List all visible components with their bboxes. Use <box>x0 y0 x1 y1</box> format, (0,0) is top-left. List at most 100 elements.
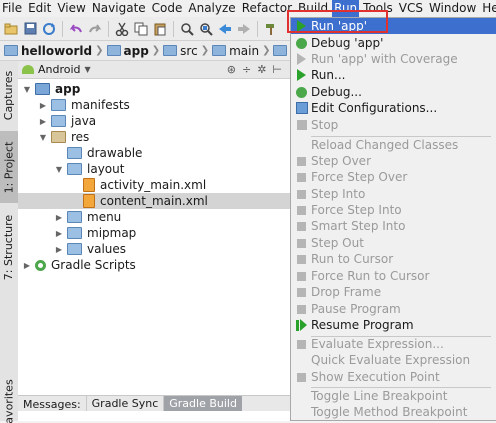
messages-content <box>18 411 290 421</box>
tree-node-java[interactable]: ▶ java <box>38 113 96 129</box>
menu-help[interactable]: Help <box>480 0 496 17</box>
menu-item-stop[interactable]: Stop <box>291 117 496 133</box>
menu-item-reload-changed-classes[interactable]: Reload Changed Classes <box>291 137 496 153</box>
breadcrumb-label: helloworld <box>21 43 93 58</box>
menu-item-drop-frame[interactable]: Drop Frame <box>291 284 496 300</box>
tree-node-gradle-scripts[interactable]: ▶ Gradle Scripts <box>22 257 136 273</box>
expand-arrow-icon[interactable]: ▼ <box>54 165 64 174</box>
menu-item-toggle-line-breakpoint[interactable]: Toggle Line Breakpoint <box>291 388 496 404</box>
menu-vcs[interactable]: VCS <box>397 0 425 17</box>
tab-favorites[interactable]: avorites <box>0 379 18 423</box>
menu-item-run[interactable]: Run... <box>291 67 496 83</box>
tab-project[interactable]: 1: Project <box>0 131 18 203</box>
menu-code[interactable]: Code <box>150 0 185 17</box>
menu-item-resume-program[interactable]: Resume Program <box>291 317 496 333</box>
edit-configurations-icon <box>295 102 308 115</box>
tree-node-layout[interactable]: ▼ layout <box>54 161 125 177</box>
navigate-forward-icon[interactable] <box>236 21 252 37</box>
menu-item-toggle-method-breakpoint[interactable]: Toggle Method Breakpoint <box>291 404 496 420</box>
tab-gradle-sync[interactable]: Gradle Sync <box>85 396 164 412</box>
tree-node-menu[interactable]: ▶ menu <box>54 209 121 225</box>
breadcrumb-module[interactable]: app <box>106 44 149 58</box>
forward-arrow-icon[interactable] <box>87 21 103 37</box>
breadcrumb-res[interactable]: res <box>273 44 290 58</box>
breadcrumb-project[interactable]: helloworld <box>4 44 92 58</box>
chevron-down-icon[interactable]: ▼ <box>85 65 91 74</box>
tree-label: java <box>71 114 97 128</box>
cut-icon[interactable] <box>114 21 130 37</box>
tree-node-drawable[interactable]: drawable <box>54 145 142 161</box>
collapse-arrow-icon[interactable]: ▶ <box>22 261 32 270</box>
menu-item-debug[interactable]: Debug... <box>291 84 496 100</box>
breadcrumb-src[interactable]: src <box>163 44 198 58</box>
open-folder-icon[interactable] <box>3 21 19 37</box>
menu-item-show-execution-point[interactable]: Show Execution Point <box>291 369 496 385</box>
tree-node-mipmap[interactable]: ▶ mipmap <box>54 225 136 241</box>
menu-item-force-run-to-cursor[interactable]: Force Run to Cursor <box>291 268 496 284</box>
menu-item-quick-evaluate-expression[interactable]: Quick Evaluate Expression <box>291 352 496 368</box>
tree-node-values[interactable]: ▶ values <box>54 241 126 257</box>
collapse-arrow-icon[interactable]: ▶ <box>38 117 48 126</box>
menu-item-run-to-cursor[interactable]: Run to Cursor <box>291 251 496 267</box>
collapse-arrow-icon[interactable]: ▶ <box>38 101 48 110</box>
menu-item-step-into[interactable]: Step Into <box>291 186 496 202</box>
menu-item-force-step-over[interactable]: Force Step Over <box>291 169 496 185</box>
menu-item-force-step-into[interactable]: Force Step Into <box>291 202 496 218</box>
menu-edit[interactable]: Edit <box>26 0 53 17</box>
gear-icon[interactable]: ✲ <box>257 63 266 76</box>
tab-captures[interactable]: Captures <box>0 65 18 125</box>
menu-window[interactable]: Window <box>427 0 478 17</box>
breadcrumb-main[interactable]: main <box>212 44 259 58</box>
copy-icon[interactable] <box>133 21 149 37</box>
menu-view[interactable]: View <box>55 0 87 17</box>
tree-label: Gradle Scripts <box>51 258 136 272</box>
menu-item-edit-configurations[interactable]: Edit Configurations... <box>291 100 496 116</box>
menu-item-label: Force Run to Cursor <box>311 269 430 283</box>
sync-icon[interactable] <box>41 21 57 37</box>
save-icon[interactable] <box>22 21 38 37</box>
tree-node-manifests[interactable]: ▶ manifests <box>38 97 130 113</box>
menu-item-step-over[interactable]: Step Over <box>291 153 496 169</box>
xml-file-icon <box>83 194 95 208</box>
tree-node-res[interactable]: ▼ res <box>38 129 89 145</box>
collapse-arrow-icon[interactable]: ▶ <box>54 213 64 222</box>
expand-arrow-icon[interactable]: ▼ <box>38 133 48 142</box>
menu-analyze[interactable]: Analyze <box>186 0 237 17</box>
tree-label: drawable <box>87 146 143 160</box>
collapse-arrow-icon[interactable]: ▶ <box>54 245 64 254</box>
tree-label: mipmap <box>87 226 137 240</box>
smart-step-into-icon <box>295 220 308 233</box>
menu-item-label: Run... <box>311 68 346 82</box>
paste-icon[interactable] <box>152 21 168 37</box>
menu-item-pause-program[interactable]: Pause Program <box>291 301 496 317</box>
replace-icon[interactable] <box>198 21 214 37</box>
menu-item-smart-step-into[interactable]: Smart Step Into <box>291 218 496 234</box>
hammer-icon[interactable] <box>263 21 279 37</box>
tree-node-content-main[interactable]: content_main.xml <box>18 193 290 209</box>
menu-item-label: Pause Program <box>311 302 401 316</box>
menu-file[interactable]: File <box>0 0 24 17</box>
menu-refactor[interactable]: Refactor <box>240 0 294 17</box>
view-mode-selector[interactable]: Android <box>38 63 81 76</box>
collapse-icon[interactable]: ÷ <box>242 63 251 76</box>
tab-structure[interactable]: 7: Structure <box>0 209 18 285</box>
tab-gradle-build[interactable]: Gradle Build <box>163 396 242 412</box>
menu-item-run-with-coverage[interactable]: Run 'app' with Coverage <box>291 51 496 67</box>
find-icon[interactable] <box>179 21 195 37</box>
navigate-back-icon[interactable] <box>217 21 233 37</box>
hide-icon[interactable]: ⊢ <box>272 63 282 76</box>
collapse-arrow-icon[interactable]: ▶ <box>54 229 64 238</box>
tree-node-activity-main[interactable]: activity_main.xml <box>70 177 206 193</box>
menu-navigate[interactable]: Navigate <box>90 0 148 17</box>
tree-node-app[interactable]: ▼ app <box>22 81 80 97</box>
left-tool-strip: Captures 1: Project 7: Structure avorite… <box>0 61 19 423</box>
expand-arrow-icon[interactable]: ▼ <box>22 85 32 94</box>
back-arrow-icon[interactable] <box>68 21 84 37</box>
menu-item-step-out[interactable]: Step Out <box>291 235 496 251</box>
menu-item-evaluate-expression[interactable]: Evaluate Expression... <box>291 336 496 352</box>
tree-label: app <box>55 82 81 96</box>
xml-file-icon <box>83 178 95 192</box>
target-icon[interactable]: ⊛ <box>227 63 236 76</box>
menu-item-debug-app[interactable]: Debug 'app' <box>291 35 496 51</box>
main-toolbar <box>0 17 290 41</box>
